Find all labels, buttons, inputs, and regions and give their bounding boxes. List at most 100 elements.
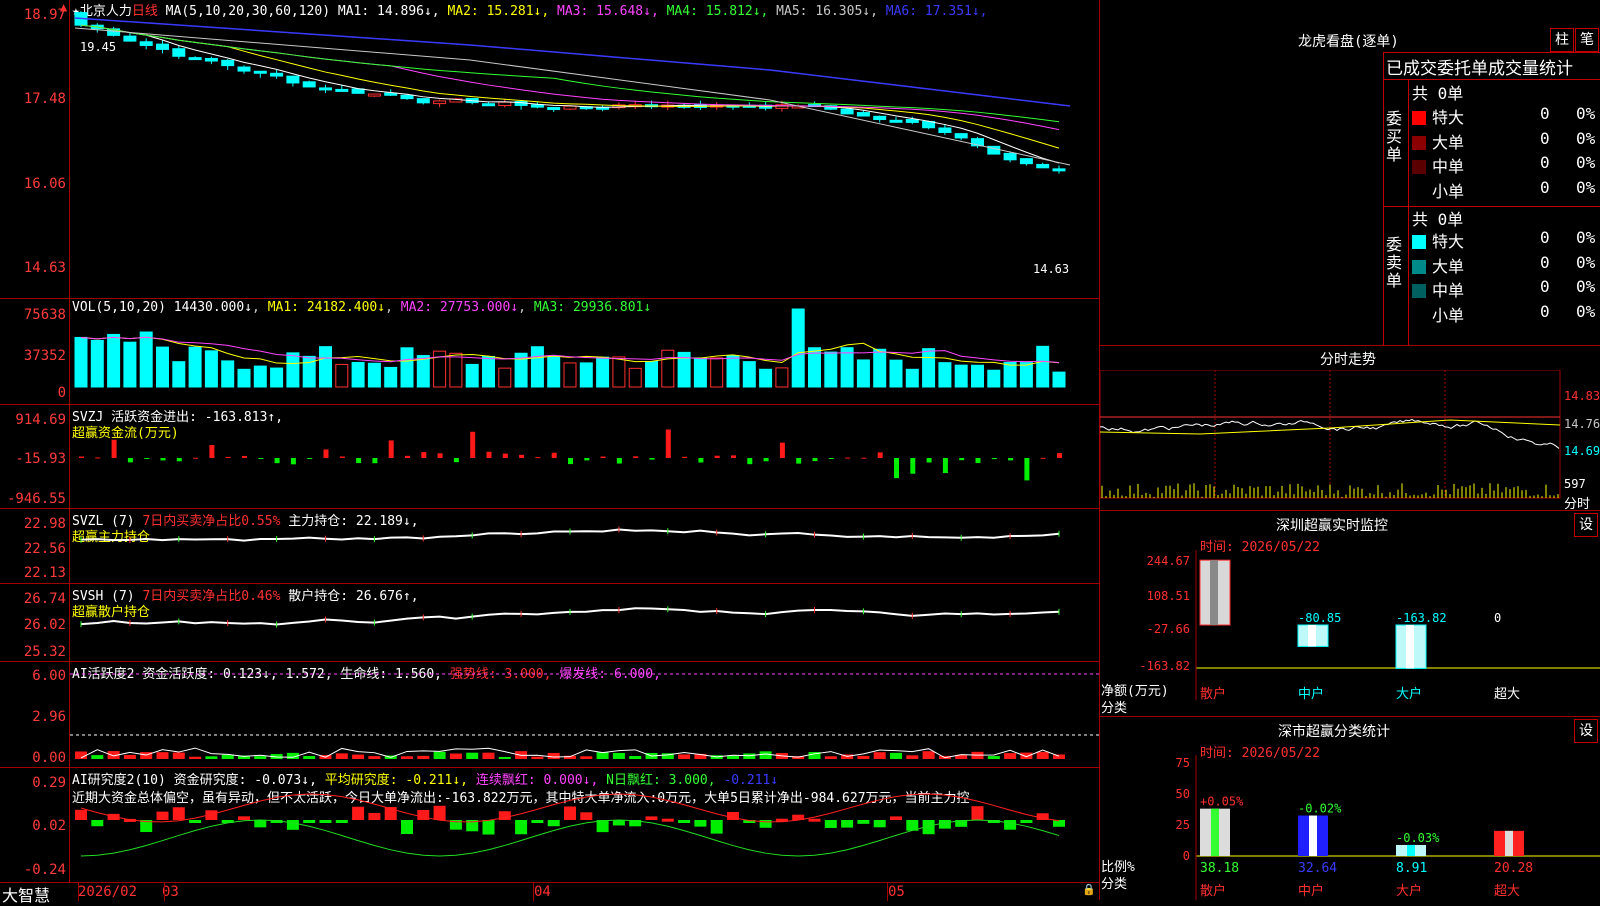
volume-bar: [1003, 361, 1017, 388]
bar-mode-button[interactable]: 柱: [1550, 28, 1574, 52]
svsh-panel[interactable]: SVSH (7) 7日内买卖净占比0.46% 散户持仓: 26.676↑, 超赢…: [0, 584, 1100, 662]
research-bar: [1053, 820, 1065, 827]
candle: [123, 35, 137, 42]
activity-bar: [368, 756, 381, 759]
svzl-axis-label: 22.56: [23, 541, 66, 557]
ai-activity-chart[interactable]: [70, 662, 1100, 767]
order-type: 小单: [1432, 305, 1465, 325]
volume-bar: [188, 346, 202, 388]
volume-chart[interactable]: [70, 299, 1100, 404]
activity-bar: [335, 753, 348, 759]
volume-bar: [856, 359, 870, 388]
activity-bar: [466, 752, 479, 759]
flow-bar: [551, 452, 557, 458]
longhu-title: 龙虎看盘(逐单): [1298, 34, 1399, 50]
research-bar: [857, 820, 870, 824]
volume-bar: [107, 333, 121, 388]
activity-bar: [531, 756, 544, 759]
order-row: 大单: [1412, 253, 1464, 277]
svzl-chart[interactable]: [70, 509, 1100, 583]
activity-bar: [857, 755, 870, 759]
volume-bar: [498, 367, 512, 388]
activity-bar: [596, 752, 609, 759]
classify-chart[interactable]: 75 50 25 0 +0.05% 38.18 散户 -0.02% 32.64 中户 -0.03% 8…: [1100, 755, 1600, 900]
activity-bar: [547, 753, 560, 759]
price-panel[interactable]: ★北京人力日线 MA(5,10,20,30,60,120) MA1: 14.89…: [0, 0, 1100, 299]
research-bar: [303, 820, 316, 823]
flow-bar: [698, 458, 704, 463]
monitor-chart[interactable]: 244.67 108.51 -27.66 -163.82 244.67 散户 -80.85 中…: [1100, 550, 1600, 720]
candle: [221, 59, 235, 67]
volume-bar: [270, 367, 284, 388]
volume-bar: [156, 346, 169, 388]
activity-bar: [906, 755, 919, 759]
candle: [1036, 163, 1050, 169]
candle: [1019, 158, 1033, 165]
flow-bar: [600, 456, 606, 458]
svzl-panel[interactable]: SVZL (7) 7日内买卖净占比0.55% 主力持仓: 22.189↓, 超赢…: [0, 509, 1100, 584]
order-row: 大单: [1412, 129, 1464, 153]
volume-panel[interactable]: VOL(5,10,20) 14430.000↓, MA1: 24182.400↓…: [0, 299, 1100, 405]
candlestick-chart[interactable]: [70, 0, 1100, 298]
activity-bar: [1053, 754, 1065, 759]
svsh-chart[interactable]: [70, 584, 1100, 661]
date-label: 04: [534, 884, 551, 900]
volume-bar: [840, 347, 854, 388]
svzl-axis-label: 22.98: [23, 516, 66, 532]
ai-research-panel[interactable]: AI研究度2(10) 资金研究度: -0.073↓, 平均研究度: -0.211…: [0, 768, 1100, 882]
monitor-bar-shine: [1308, 625, 1316, 647]
research-bar: [612, 820, 625, 826]
candle: [188, 57, 202, 61]
classify-settings-button[interactable]: 设: [1574, 719, 1598, 743]
activity-bar: [498, 756, 511, 759]
tick-mode-button[interactable]: 笔: [1575, 28, 1599, 52]
candle: [416, 98, 430, 104]
activity-bar: [433, 751, 446, 759]
volume-bar: [596, 356, 610, 388]
candle: [384, 92, 398, 96]
volume-bar: [889, 359, 903, 388]
flow-bar: [568, 458, 573, 465]
monitor-settings-button[interactable]: 设: [1574, 513, 1598, 537]
research-bar: [515, 820, 528, 835]
flow-bar: [144, 458, 150, 459]
classify-axis-label: 75: [1176, 756, 1190, 770]
research-bar: [547, 820, 560, 827]
intraday-chart[interactable]: [1100, 370, 1600, 510]
svzj-panel[interactable]: SVZJ 活跃资金进出: -163.813↑, 超赢资金流(万元) 914.69…: [0, 405, 1100, 509]
volume-bar: [873, 348, 887, 388]
volume-bar: [954, 364, 968, 388]
flow-bar: [763, 458, 769, 462]
order-count: 0: [1540, 128, 1550, 148]
volume-bar: [824, 351, 838, 388]
monitor-axis-label: -163.82: [1139, 659, 1190, 673]
svsh-axis-label: 25.32: [23, 644, 66, 660]
fenshi-axis-label: 14.69: [1564, 444, 1600, 458]
order-type: 特大: [1432, 232, 1465, 251]
classify-bar-shine: [1505, 830, 1513, 856]
volume-bar: [482, 355, 495, 388]
monitor-axis-label: 244.67: [1147, 554, 1190, 568]
flow-bar: [894, 458, 899, 479]
date-axis[interactable]: 大智慧 2026/02 03 04 05 🔒: [0, 882, 1100, 905]
lock-icon[interactable]: 🔒: [1082, 883, 1096, 896]
candle: [139, 41, 153, 46]
flow-bar: [796, 458, 802, 464]
price-axis-label: 16.06: [23, 176, 66, 192]
research-bar: [189, 820, 202, 823]
volume-bar: [693, 357, 707, 388]
svzj-chart[interactable]: [70, 405, 1100, 508]
legend-swatch: [1412, 184, 1426, 199]
menu-icon[interactable]: ▲: [60, 0, 67, 14]
ai-activity-panel[interactable]: AI活跃度2 资金活跃度: 0.123↓, 1.572, 生命线: 1.560,…: [0, 662, 1100, 768]
flow-bar: [225, 456, 231, 458]
candle: [253, 70, 267, 74]
order-row: 中单: [1412, 153, 1464, 177]
candle: [400, 94, 414, 100]
fenshi-axis-label: 14.76: [1564, 417, 1600, 431]
flow-bar: [290, 458, 296, 465]
ai-research-chart[interactable]: [70, 768, 1100, 882]
flow-bar: [991, 458, 997, 460]
activity-bar: [727, 755, 739, 759]
order-count: 0: [1540, 301, 1550, 321]
